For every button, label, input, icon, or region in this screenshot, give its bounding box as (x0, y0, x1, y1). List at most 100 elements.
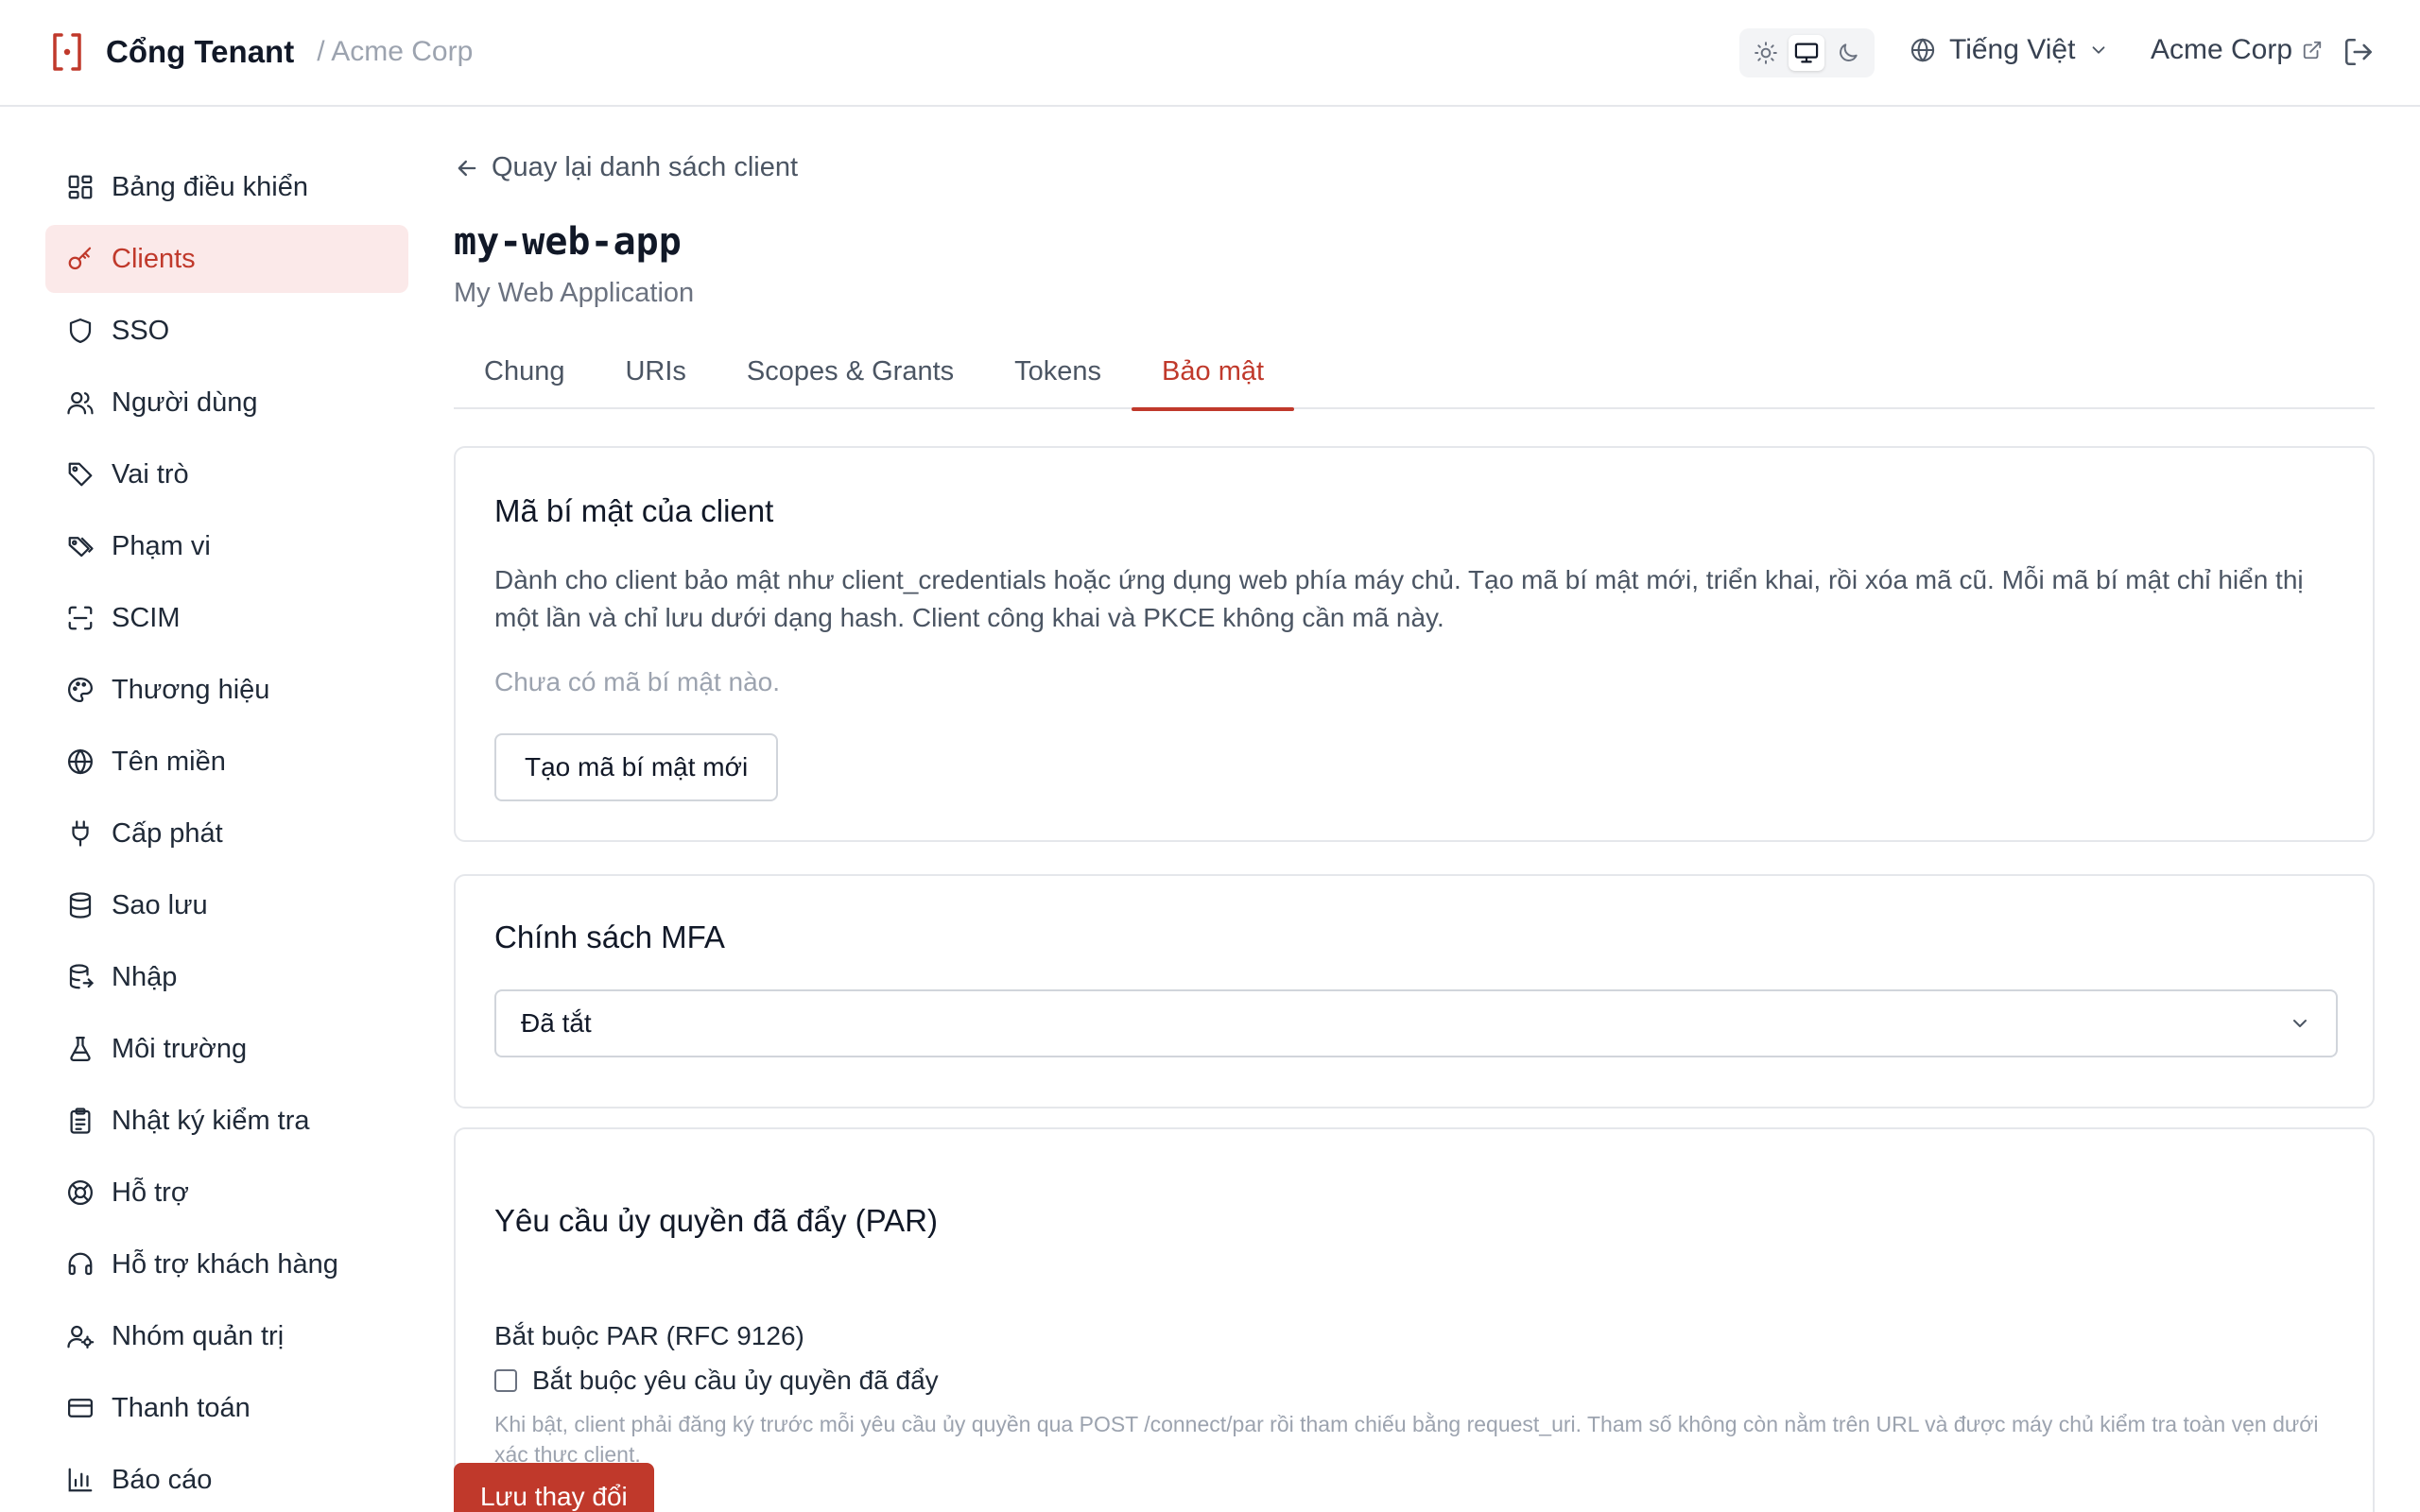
sidebar-item-import[interactable]: Nhập (45, 943, 408, 1011)
theme-toggle (1739, 28, 1875, 77)
mfa-policy-select[interactable]: Đã tắt (494, 989, 2338, 1057)
back-to-clients-link[interactable]: Quay lại danh sách client (454, 152, 798, 183)
par-field-label: Bắt buộc PAR (RFC 9126) (494, 1321, 804, 1350)
user-cog-icon (67, 1325, 95, 1349)
sidebar-item-label: Nhật ký kiểm tra (112, 1105, 310, 1136)
logout-button[interactable] (2342, 36, 2375, 73)
tags-icon (68, 537, 94, 558)
sidebar-item-label: Clients (112, 243, 196, 274)
plug-icon (72, 820, 89, 847)
chevron-down-icon (2293, 1020, 2307, 1027)
org-name: Acme Corp (2151, 34, 2293, 65)
sidebar-item-clients[interactable]: Clients (45, 225, 408, 293)
create-secret-button[interactable]: Tạo mã bí mật mới (494, 733, 779, 801)
globe-icon (1910, 38, 1935, 62)
sidebar-item-label: Phạm vi (112, 530, 211, 561)
sidebar-item-audit-log[interactable]: Nhật ký kiểm tra (45, 1087, 408, 1155)
brand[interactable]: Cổng Tenant / Acme Corp (52, 32, 473, 72)
sidebar-item-sso[interactable]: SSO (45, 297, 408, 365)
sidebar-item-scim[interactable]: SCIM (45, 584, 408, 652)
save-changes-button[interactable]: Lưu thay đổi (454, 1463, 654, 1512)
database-import-icon (69, 964, 95, 989)
par-title: Yêu cầu ủy quyền đã đẩy (PAR) (494, 1203, 938, 1238)
org-link[interactable]: Acme Corp (2151, 34, 2323, 66)
sidebar-item-label: Thương hiệu (112, 674, 270, 705)
require-par-checkbox[interactable] (494, 1369, 517, 1392)
database-icon (69, 892, 92, 919)
tab-security[interactable]: Bảo mật (1132, 334, 1295, 411)
mfa-policy-selected-value: Đã tắt (521, 1008, 592, 1038)
back-link-label: Quay lại danh sách client (492, 152, 799, 182)
sidebar-item-backup[interactable]: Sao lưu (45, 871, 408, 939)
sidebar-item-label: Cấp phát (112, 817, 223, 849)
lifebuoy-icon (68, 1180, 93, 1205)
bar-chart-icon (68, 1468, 93, 1492)
theme-system-button[interactable] (1789, 35, 1825, 71)
sidebar-item-label: Môi trường (112, 1033, 248, 1064)
users-icon (67, 391, 94, 415)
sidebar-item-support[interactable]: Hỗ trợ (45, 1159, 408, 1227)
dashboard-icon (68, 175, 93, 199)
sidebar-item-label: Bảng điều khiển (112, 171, 308, 202)
chevron-down-icon (2093, 46, 2105, 54)
sidebar-item-admin-team[interactable]: Nhóm quản trị (45, 1302, 408, 1370)
client-secret-card: Mã bí mật của client Dành cho client bảo… (454, 446, 2375, 842)
sidebar-item-label: Báo cáo (112, 1464, 213, 1495)
globe-icon (68, 748, 93, 775)
tab-bar: Chung URIs Scopes & Grants Tokens Bảo mậ… (454, 334, 2375, 411)
sidebar-item-label: Hỗ trợ (112, 1177, 189, 1208)
brand-name: Cổng Tenant (106, 34, 295, 69)
client-secret-title: Mã bí mật của client (494, 493, 774, 528)
tab-tokens[interactable]: Tokens (984, 334, 1132, 409)
sidebar-item-label: SCIM (112, 602, 181, 633)
require-par-checkbox-row[interactable]: Bắt buộc yêu cầu ủy quyền đã đẩy (494, 1366, 939, 1396)
sidebar-item-scopes[interactable]: Phạm vi (45, 512, 408, 580)
client-secret-empty-state: Chưa có mã bí mật nào. (494, 667, 780, 696)
client-secret-description: Dành cho client bảo mật như client_crede… (494, 565, 2304, 632)
page-title: my-web-app (454, 220, 682, 264)
par-card: Yêu cầu ủy quyền đã đẩy (PAR) Bắt buộc P… (454, 1127, 2375, 1512)
key-icon (68, 247, 92, 270)
sidebar-item-label: Nhóm quản trị (112, 1320, 285, 1351)
theme-dark-button[interactable] (1830, 35, 1866, 71)
sidebar-item-reports[interactable]: Báo cáo (45, 1446, 408, 1512)
sidebar-item-roles[interactable]: Vai trò (45, 440, 408, 508)
sidebar-item-label: Thanh toán (112, 1392, 251, 1423)
shield-icon (69, 318, 92, 343)
tab-uris[interactable]: URIs (595, 334, 716, 409)
headset-icon (68, 1252, 93, 1276)
sidebar-item-environments[interactable]: Môi trường (45, 1015, 408, 1083)
arrow-left-icon (458, 160, 476, 176)
sidebar-item-label: SSO (112, 315, 170, 346)
language-label: Tiếng Việt (1949, 34, 2076, 65)
sidebar-item-users[interactable]: Người dùng (45, 369, 408, 437)
brand-logo-icon (53, 33, 81, 71)
mfa-policy-title: Chính sách MFA (494, 919, 725, 954)
language-selector[interactable]: Tiếng Việt (1910, 34, 2109, 66)
theme-light-button[interactable] (1748, 35, 1784, 71)
sidebar-item-provisioning[interactable]: Cấp phát (45, 799, 408, 868)
require-par-checkbox-label: Bắt buộc yêu cầu ủy quyền đã đẩy (532, 1366, 939, 1395)
sun-icon (1754, 42, 1777, 64)
flask-icon (70, 1037, 91, 1061)
sidebar-item-label: Hỗ trợ khách hàng (112, 1248, 338, 1280)
sidebar-item-dashboard[interactable]: Bảng điều khiển (45, 153, 408, 221)
breadcrumb-org: / Acme Corp (317, 36, 474, 67)
tab-general[interactable]: Chung (454, 334, 595, 409)
external-link-icon (2303, 41, 2322, 60)
sidebar-item-billing[interactable]: Thanh toán (45, 1374, 408, 1442)
sidebar: Bảng điều khiển Clients SSO Người dùng V… (45, 153, 408, 1512)
top-header: Cổng Tenant / Acme Corp Tiếng Việt Acme … (0, 0, 2420, 107)
sidebar-item-label: Nhập (112, 961, 178, 992)
sidebar-item-label: Tên miền (112, 746, 226, 777)
sidebar-item-customer-support[interactable]: Hỗ trợ khách hàng (45, 1230, 408, 1298)
sidebar-item-label: Người dùng (112, 387, 258, 418)
tab-scopes-grants[interactable]: Scopes & Grants (717, 334, 984, 409)
logout-icon (2344, 38, 2373, 66)
palette-icon (68, 677, 94, 703)
mfa-policy-card: Chính sách MFA Đã tắt (454, 874, 2375, 1108)
monitor-icon (1795, 43, 1819, 63)
sidebar-item-domains[interactable]: Tên miền (45, 728, 408, 796)
tag-icon (68, 462, 93, 487)
sidebar-item-branding[interactable]: Thương hiệu (45, 656, 408, 724)
